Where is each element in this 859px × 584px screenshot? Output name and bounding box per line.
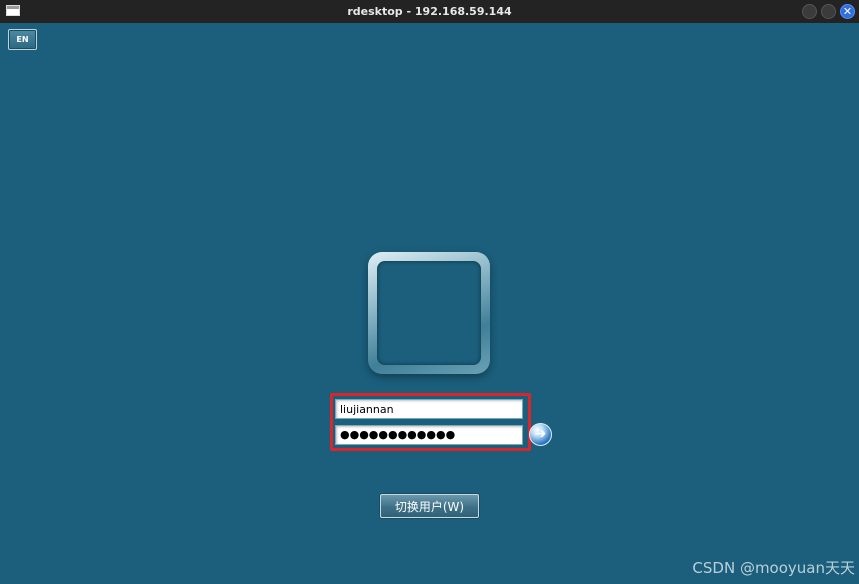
- remote-desktop-area: EN ●●●●●●●●●●●● ➔ 切换用户(W) CSDN @mooyuan天…: [0, 23, 859, 584]
- maximize-button[interactable]: [821, 4, 836, 19]
- switch-user-label: 切换用户(W): [394, 499, 465, 514]
- close-button[interactable]: ✕: [840, 4, 855, 19]
- minimize-button[interactable]: [802, 4, 817, 19]
- avatar: [377, 261, 481, 365]
- window-menu-icon[interactable]: [6, 5, 20, 16]
- window-titlebar[interactable]: rdesktop - 192.168.59.144 ✕: [0, 0, 859, 23]
- user-avatar-frame: [368, 252, 490, 374]
- username-input[interactable]: [335, 399, 523, 419]
- password-input[interactable]: ●●●●●●●●●●●●: [335, 425, 523, 445]
- window-title: rdesktop - 192.168.59.144: [347, 5, 512, 18]
- login-submit-button[interactable]: ➔: [529, 423, 552, 446]
- watermark-text: CSDN @mooyuan天天: [692, 559, 855, 577]
- switch-user-button[interactable]: 切换用户(W): [380, 494, 479, 518]
- language-switch-button[interactable]: EN: [8, 29, 37, 50]
- arrow-right-icon: ➔: [534, 426, 547, 442]
- password-masked-value: ●●●●●●●●●●●●: [340, 428, 456, 441]
- language-label: EN: [16, 35, 29, 44]
